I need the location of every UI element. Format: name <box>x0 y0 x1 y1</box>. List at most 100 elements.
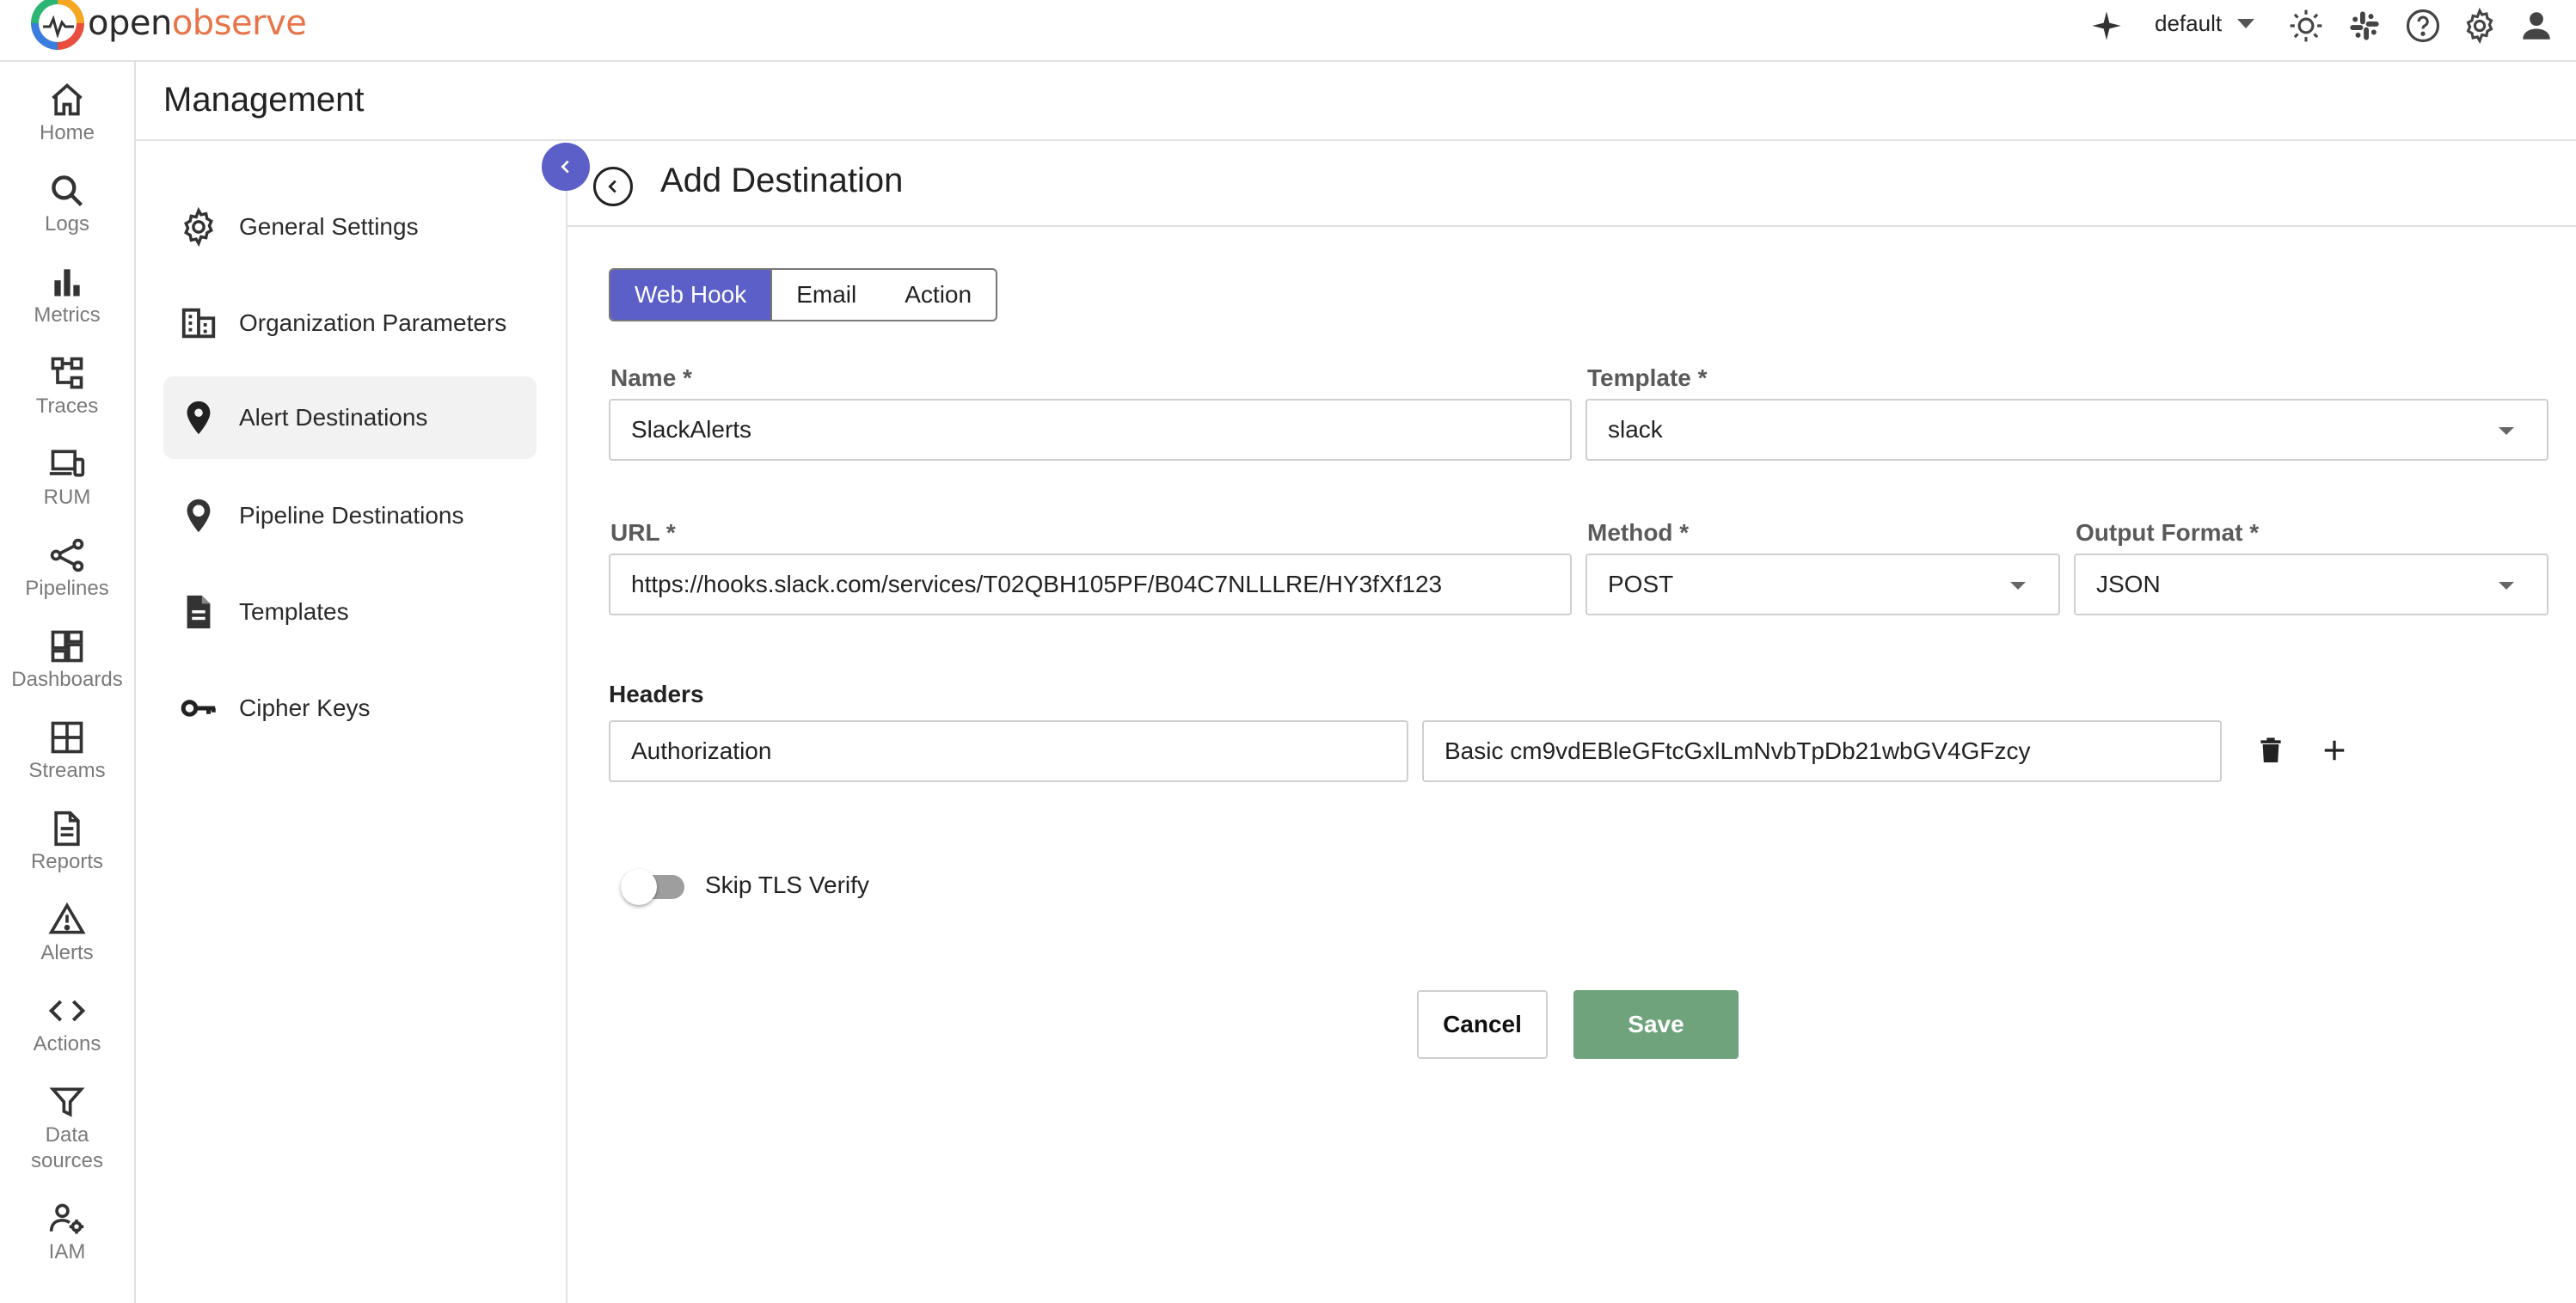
nav-item-pipelines[interactable]: Pipelines <box>0 536 134 602</box>
name-field[interactable] <box>609 399 1572 461</box>
gear-icon <box>184 207 213 247</box>
location-pin-outline-icon <box>187 499 211 533</box>
user-gear-icon <box>49 1203 84 1234</box>
method-select[interactable]: POST <box>1585 554 2060 615</box>
nav-item-dashboards[interactable]: Dashboards <box>0 627 134 693</box>
trash-icon <box>2260 737 2281 762</box>
nav-label: Home <box>39 121 95 144</box>
collapse-menu-button[interactable] <box>542 143 590 191</box>
skip-tls-label: Skip TLS Verify <box>705 872 869 898</box>
name-input[interactable] <box>631 416 1570 444</box>
output-format-select[interactable]: JSON <box>2074 554 2548 615</box>
menu-item-label: Templates <box>239 598 349 625</box>
template-select-value: slack <box>1608 416 1663 443</box>
top-bar: openobserve default <box>0 0 2576 62</box>
save-button[interactable]: Save <box>1573 990 1739 1059</box>
menu-item-label: Organization Parameters <box>239 309 507 336</box>
org-selector[interactable]: default <box>2155 10 2255 37</box>
chevron-left-icon <box>608 180 616 193</box>
nav-label: Metrics <box>34 303 101 327</box>
nav-label: Streams <box>28 759 106 782</box>
dropdown-arrow-icon <box>2499 427 2514 435</box>
slack-icon[interactable] <box>2346 7 2383 45</box>
pipeline-icon <box>50 538 84 572</box>
nav-item-alerts[interactable]: Alerts <box>0 901 134 966</box>
menu-item-label: Alert Destinations <box>239 404 428 431</box>
back-button[interactable] <box>593 167 633 206</box>
code-icon <box>48 1000 86 1022</box>
cancel-button[interactable]: Cancel <box>1417 990 1548 1059</box>
nav-item-logs[interactable]: Logs <box>0 172 134 237</box>
nav-item-iam[interactable]: IAM <box>0 1200 134 1265</box>
menu-item-label: Pipeline Destinations <box>239 502 464 529</box>
method-label: Method * <box>1587 519 1690 546</box>
page-title: Management <box>163 81 365 119</box>
settings-menu: General Settings Organization Parameters… <box>136 143 567 1303</box>
destination-type-tabs: Web Hook Email Action <box>609 268 998 321</box>
menu-item-alert-destinations[interactable]: Alert Destinations <box>163 376 537 459</box>
menu-item-templates[interactable]: Templates <box>163 571 537 653</box>
dashboard-icon <box>51 630 83 663</box>
chevron-down-icon <box>2237 19 2255 28</box>
brand-name: openobserve <box>88 3 307 43</box>
header-key-input[interactable] <box>631 737 1407 765</box>
location-pin-icon <box>187 401 211 435</box>
skip-tls-toggle[interactable] <box>621 869 684 905</box>
document-icon <box>187 595 211 629</box>
management-header: Management <box>136 62 2576 141</box>
header-value-input[interactable] <box>1444 737 2220 765</box>
menu-item-cipher-keys[interactable]: Cipher Keys <box>163 667 537 749</box>
settings-icon[interactable] <box>2461 7 2499 45</box>
dropdown-arrow-icon <box>2010 582 2026 590</box>
user-icon[interactable] <box>2518 7 2555 45</box>
form-title: Add Destination <box>660 162 904 199</box>
menu-item-general-settings[interactable]: General Settings <box>163 186 537 268</box>
home-icon <box>52 83 83 116</box>
output-format-label: Output Format * <box>2076 519 2260 546</box>
theme-toggle-icon[interactable] <box>2287 7 2325 45</box>
help-icon[interactable] <box>2404 7 2442 45</box>
header-value-field[interactable] <box>1422 720 2222 782</box>
building-icon <box>181 308 216 339</box>
headers-label: Headers <box>609 681 704 707</box>
nav-label: Alerts <box>40 941 94 964</box>
tab-action[interactable]: Action <box>880 270 996 320</box>
menu-item-label: General Settings <box>239 213 419 240</box>
chevron-left-icon <box>561 160 569 174</box>
menu-item-pipeline-destinations[interactable]: Pipeline Destinations <box>163 474 537 557</box>
header-key-field[interactable] <box>609 720 1408 782</box>
ai-sparkle-icon[interactable] <box>2088 7 2125 45</box>
nav-item-data-sources[interactable]: Data sources <box>0 1083 134 1174</box>
warning-icon <box>48 902 86 934</box>
url-field[interactable] <box>609 554 1572 615</box>
nav-label: Reports <box>30 850 104 873</box>
nav-label: Data sources <box>30 1123 104 1172</box>
nav-item-reports[interactable]: Reports <box>0 810 134 875</box>
nav-label: Logs <box>44 212 90 236</box>
nav-item-actions[interactable]: Actions <box>0 992 134 1057</box>
nav-label: Pipelines <box>25 577 109 600</box>
traces-icon <box>51 357 83 389</box>
plus-icon <box>2324 740 2345 761</box>
content-header: Add Destination <box>567 143 2576 227</box>
pulse-icon <box>43 15 74 38</box>
tab-web-hook[interactable]: Web Hook <box>610 270 773 320</box>
nav-item-traces[interactable]: Traces <box>0 354 134 419</box>
add-header-button[interactable] <box>2313 729 2356 772</box>
url-input[interactable] <box>631 571 1570 598</box>
nav-item-metrics[interactable]: Metrics <box>0 263 134 328</box>
menu-item-organization-parameters[interactable]: Organization Parameters <box>163 282 537 364</box>
brand-logo[interactable]: openobserve <box>31 0 307 52</box>
tab-email[interactable]: Email <box>772 270 880 320</box>
template-select[interactable]: slack <box>1585 399 2548 461</box>
bar-chart-icon <box>54 269 80 297</box>
nav-item-rum[interactable]: RUM <box>0 445 134 511</box>
output-format-select-value: JSON <box>2096 571 2161 597</box>
document-icon <box>54 811 80 847</box>
toggle-knob <box>621 869 657 905</box>
nav-item-home[interactable]: Home <box>0 81 134 146</box>
delete-header-button[interactable] <box>2249 729 2292 772</box>
nav-label: RUM <box>43 486 91 509</box>
nav-item-streams[interactable]: Streams <box>0 719 134 784</box>
nav-label: IAM <box>48 1240 86 1263</box>
